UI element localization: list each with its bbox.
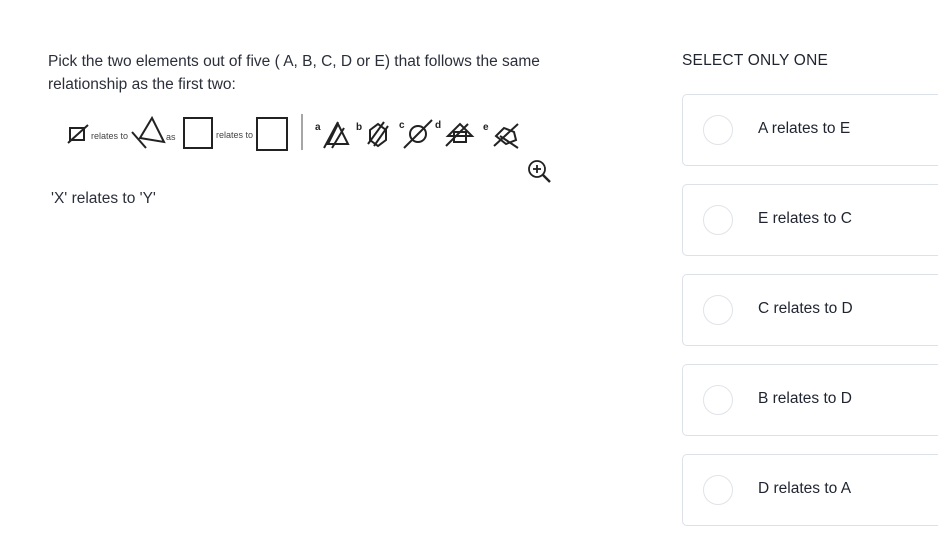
figure-label-e: e [483, 122, 489, 133]
answer-options: A relates to E E relates to C C relates … [682, 94, 938, 544]
radio-button[interactable] [703, 115, 733, 145]
option-label: C relates to D [758, 300, 853, 317]
option-e-relates-to-c[interactable]: E relates to C [682, 184, 938, 256]
option-c-relates-to-d[interactable]: C relates to D [682, 274, 938, 346]
option-label: B relates to D [758, 390, 852, 407]
option-d-relates-to-a[interactable]: D relates to A [682, 454, 938, 526]
radio-button[interactable] [703, 385, 733, 415]
option-label: A relates to E [758, 120, 851, 137]
relates-to-text-2: relates to [216, 130, 253, 140]
relates-to-text-1: relates to [91, 131, 128, 141]
figure-label-c: c [399, 120, 405, 131]
radio-button[interactable] [703, 475, 733, 505]
question-page: Pick the two elements out of five ( A, B… [0, 0, 938, 551]
figure-square-2 [256, 117, 288, 151]
figure-square-crossed [67, 124, 89, 144]
option-b-relates-to-d[interactable]: B relates to D [682, 364, 938, 436]
as-text: as [166, 132, 176, 142]
radio-button[interactable] [703, 205, 733, 235]
figure-option-a [323, 121, 350, 149]
figure-triangle [131, 115, 166, 149]
figure-square-1 [183, 117, 213, 149]
zoom-in-icon [528, 160, 551, 183]
figure-option-c [403, 119, 433, 149]
figure-label-a: a [315, 122, 321, 133]
figure-option-d [445, 122, 475, 147]
option-label: D relates to A [758, 480, 852, 497]
figure-option-b [367, 121, 389, 148]
question-text: Pick the two elements out of five ( A, B… [48, 53, 540, 93]
figure-label-b: b [356, 122, 362, 133]
answer-format-hint: 'X' relates to 'Y' [51, 190, 156, 207]
figure-svg: relates to as relates to a b c d e [67, 114, 519, 151]
question-figure: relates to as relates to a b c d e [60, 108, 530, 160]
select-title: SELECT ONLY ONE [682, 52, 828, 69]
figure-label-d: d [435, 120, 441, 131]
option-a-relates-to-e[interactable]: A relates to E [682, 94, 938, 166]
zoom-in-button[interactable] [526, 158, 552, 184]
radio-button[interactable] [703, 295, 733, 325]
figure-option-e [493, 123, 519, 149]
option-label: E relates to C [758, 210, 852, 227]
